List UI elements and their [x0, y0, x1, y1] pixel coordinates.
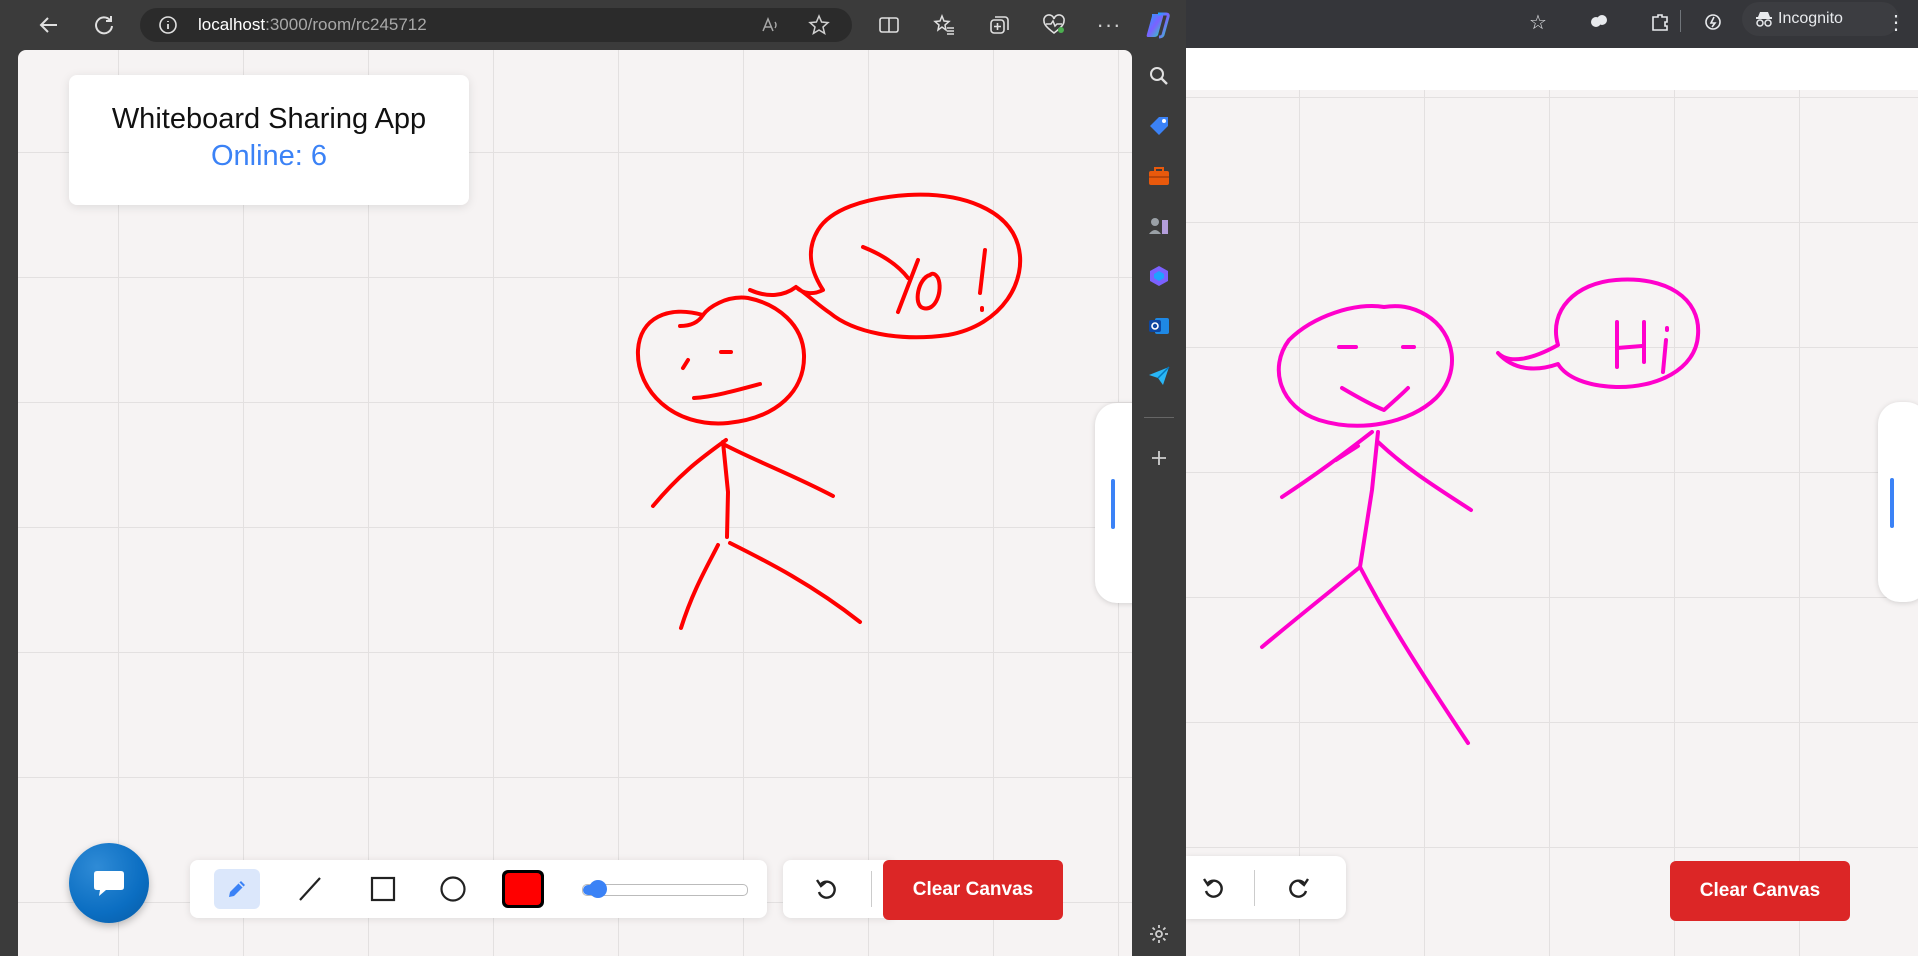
- letter-i: [1661, 338, 1668, 374]
- figure-head: [1276, 304, 1454, 428]
- divider: [871, 871, 872, 907]
- back-arrow-icon[interactable]: [34, 10, 64, 40]
- slider-thumb[interactable]: [589, 880, 607, 898]
- clear-canvas-button[interactable]: Clear Canvas: [883, 860, 1063, 920]
- rectangle-icon: [369, 875, 397, 903]
- speech-bubble: [748, 192, 1023, 340]
- favorite-star-icon[interactable]: [808, 14, 830, 36]
- history-toolbar: [1186, 856, 1346, 919]
- edge-browser-window: localhost:3000/room/rc245712 ··· Whiteb…: [0, 0, 1186, 956]
- smile: [1340, 386, 1410, 412]
- smile: [692, 382, 762, 400]
- refresh-icon[interactable]: [89, 10, 119, 40]
- app-title: Whiteboard Sharing App: [111, 103, 427, 135]
- chat-button[interactable]: [69, 843, 149, 923]
- right-leg: [1358, 565, 1470, 745]
- pencil-tool[interactable]: [214, 869, 260, 909]
- hair-tuft: [678, 313, 705, 328]
- rectangle-tool[interactable]: [360, 869, 406, 909]
- edge-sidebar: [1132, 50, 1186, 956]
- more-icon[interactable]: ···: [1094, 10, 1124, 40]
- arm-detail: [1334, 444, 1360, 462]
- room-info-card: Whiteboard Sharing App Online: 6: [69, 75, 469, 205]
- read-aloud-icon[interactable]: [760, 15, 780, 35]
- exclamation-bar: [978, 248, 987, 295]
- add-icon[interactable]: [1145, 444, 1173, 472]
- left-arm: [1280, 430, 1374, 499]
- figure-head: [635, 295, 807, 426]
- left-eye: [681, 358, 690, 370]
- letter-y-arm: [861, 245, 910, 280]
- copilot-icon[interactable]: [1143, 10, 1173, 40]
- body: [721, 440, 730, 539]
- collections-icon[interactable]: [984, 10, 1014, 40]
- letter-o: [915, 271, 942, 311]
- history-toolbar: [783, 860, 893, 918]
- left-arm: [651, 438, 728, 508]
- stick-figure-drawing-hi: [1260, 277, 1701, 745]
- divider: [1254, 870, 1255, 906]
- clear-canvas-button[interactable]: Clear Canvas: [1670, 861, 1850, 921]
- right-arm: [1376, 440, 1473, 512]
- letter-h-mid: [1615, 344, 1644, 350]
- url-path: :3000/room/rc245712: [265, 15, 427, 34]
- tools-icon[interactable]: [1145, 162, 1173, 190]
- panel-handle-bar: [1890, 478, 1894, 528]
- info-icon[interactable]: [158, 15, 178, 35]
- undo-icon[interactable]: [1194, 870, 1234, 906]
- left-leg: [679, 543, 720, 630]
- circle-tool[interactable]: [430, 869, 476, 909]
- shopping-tag-icon[interactable]: [1145, 112, 1173, 140]
- browser-essentials-icon[interactable]: [1039, 10, 1069, 40]
- settings-icon[interactable]: [1145, 920, 1173, 948]
- right-leg: [728, 541, 862, 624]
- drawing-toolbar: [190, 860, 767, 918]
- left-leg: [1260, 565, 1362, 649]
- line-tool[interactable]: [287, 869, 333, 909]
- games-icon[interactable]: [1145, 212, 1173, 240]
- side-panel-handle[interactable]: [1095, 403, 1132, 603]
- color-swatch: [505, 873, 541, 905]
- panel-handle-bar: [1111, 479, 1115, 529]
- undo-icon[interactable]: [807, 871, 847, 907]
- microsoft-365-icon[interactable]: [1145, 262, 1173, 290]
- redo-icon[interactable]: [1278, 870, 1318, 906]
- speech-bubble: [1496, 277, 1701, 390]
- color-picker[interactable]: [502, 870, 544, 908]
- favorites-icon[interactable]: [929, 10, 959, 40]
- circle-icon: [439, 875, 467, 903]
- split-screen-icon[interactable]: [874, 10, 904, 40]
- page-viewport: Whiteboard Sharing App Online: 6 Clear C…: [18, 50, 1132, 956]
- url-host: localhost: [198, 15, 266, 34]
- chat-bubble-icon: [92, 868, 126, 898]
- right-arm: [723, 443, 835, 498]
- online-count: Online: 6: [210, 140, 328, 172]
- edge-toolbar: localhost:3000/room/rc245712 ···: [0, 0, 1186, 50]
- outlook-icon[interactable]: [1145, 312, 1173, 340]
- address-bar[interactable]: localhost:3000/room/rc245712: [140, 8, 852, 42]
- incognito-browser-window: ☆ Incognito ⋮ Clear Canvas: [1186, 0, 1918, 956]
- search-icon[interactable]: [1145, 62, 1173, 90]
- body: [1358, 430, 1380, 569]
- line-icon: [296, 875, 324, 903]
- divider: [1144, 417, 1174, 418]
- drop-icon[interactable]: [1145, 362, 1173, 390]
- side-panel-handle[interactable]: [1878, 402, 1918, 602]
- pencil-icon: [225, 877, 249, 901]
- brush-size-slider[interactable]: [582, 880, 748, 898]
